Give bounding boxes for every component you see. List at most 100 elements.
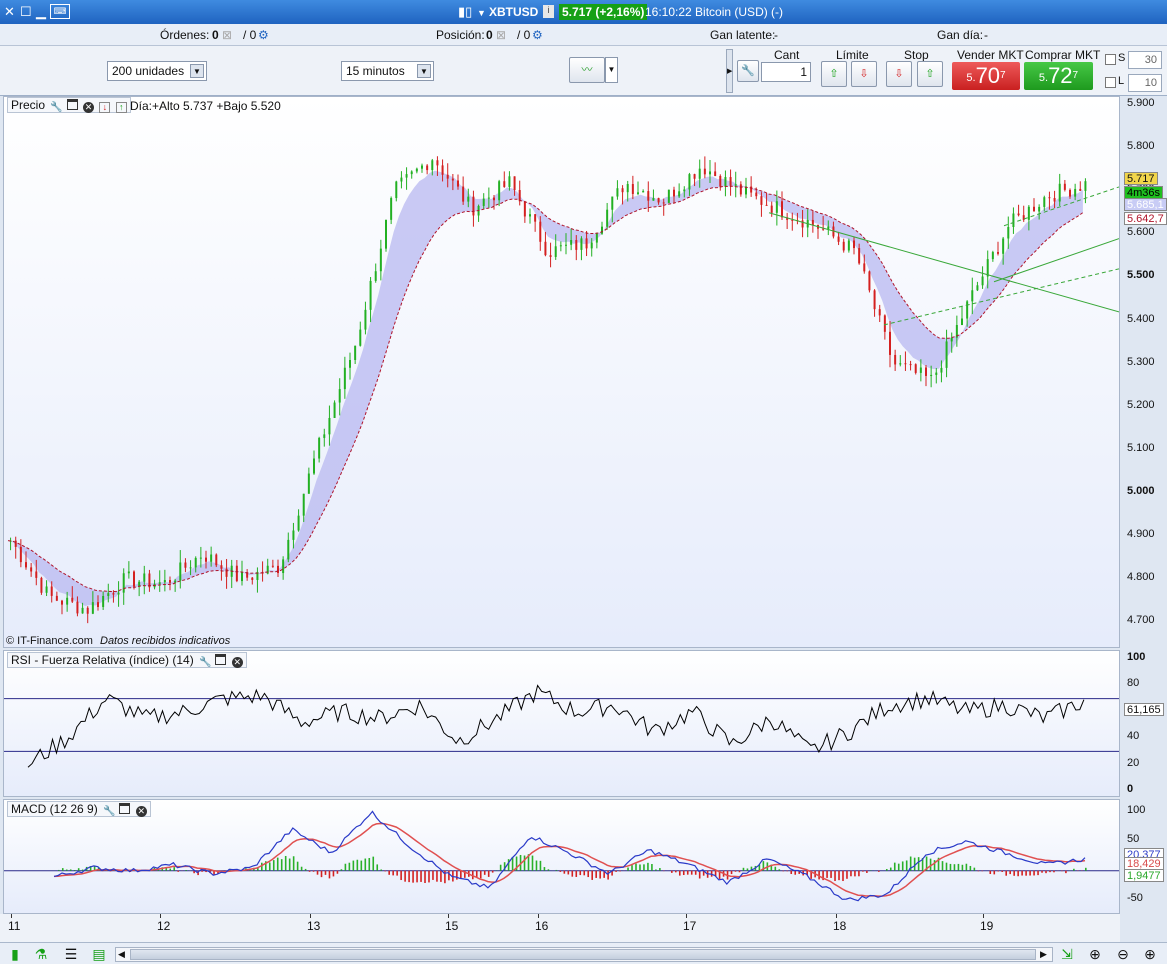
info-icon[interactable]: i [543,5,554,18]
candle-body [1048,197,1051,199]
window-icon[interactable] [215,654,227,665]
indicators-button[interactable]: 〰 [569,57,605,83]
close-icon[interactable]: ✕ [83,102,95,113]
scrollbar-thumb[interactable] [130,949,1036,960]
macd-hist-bar [1073,868,1075,871]
latent-gain-label: Gan latente: [710,28,776,42]
rsi-panel-title: RSI - Fuerza Relativa (índice) (14) [11,653,194,667]
wrench-icon[interactable]: 🔧 [103,805,115,817]
close-icon[interactable]: ✕ [135,806,147,817]
stop-sell-button[interactable]: ⇩ [886,61,912,87]
candle-body [554,246,557,257]
sell-price-big: 70 [975,63,1001,88]
last-price-tag: 5.717 [1124,172,1158,185]
macd-hist-tag: 1,9477 [1124,869,1164,882]
candle-body [976,285,979,291]
arrow-up-icon[interactable]: ↑ [115,102,127,113]
quantity-select[interactable]: 200 unidades ▼ [107,61,207,81]
candle-body [919,367,922,373]
orders-settings-icon[interactable]: ⚙ [258,28,269,42]
orders-value: 0 [212,28,219,42]
scroll-left-icon[interactable]: ◀ [118,948,125,961]
scroll-right-icon[interactable]: ▶ [1040,948,1047,961]
macd-hist-bar [889,867,892,871]
limit-sell-button[interactable]: ⇩ [851,61,877,87]
price-chart-panel[interactable]: Precio 🔧 ✕ ↓ ↑ Día:+Alto 5.737 +Bajo 5.5… [3,96,1120,648]
l-checkbox[interactable] [1105,77,1116,88]
candle-body [241,572,243,582]
cancel-orders-icon[interactable]: ⊠ [222,28,232,42]
stop-buy-button[interactable]: ⇧ [917,61,943,87]
macd-hist-bar [483,870,486,875]
settings-wrench-button[interactable]: 🔧 [737,60,759,82]
chevron-down-icon[interactable]: ▼ [417,64,431,78]
candle-body [847,240,850,251]
candle-body [271,565,274,567]
chevron-down-icon[interactable]: ▼ [477,7,486,20]
candle-body [184,562,187,568]
chevron-down-icon[interactable]: ▼ [605,57,618,83]
timeframe-select[interactable]: 15 minutos ▼ [341,61,434,81]
macd-hist-bar [639,864,641,871]
macd-hist-bar [420,870,422,882]
position-settings-icon[interactable]: ⚙ [532,28,543,42]
auto-scroll-icon[interactable]: ⇲ [1058,945,1076,963]
macd-hist-bar [563,870,566,874]
maximize-icon[interactable]: ☐ [20,5,32,18]
drawing-icon[interactable]: ▤ [90,945,108,963]
close-position-icon[interactable]: ⊠ [496,28,506,42]
macd-hist-bar [619,870,621,872]
price-chart[interactable] [4,97,1119,647]
wrench-icon[interactable]: 🔧 [50,101,62,113]
macd-hist-bar [579,870,582,876]
arrow-down-icon[interactable]: ↓ [99,102,111,113]
price-tick-label: 5.600 [1127,226,1155,239]
s-checkbox[interactable] [1105,54,1116,65]
close-icon[interactable]: ✕ [4,5,15,18]
limit-buy-button[interactable]: ⇧ [821,61,847,87]
sell-market-button[interactable]: 5.707 [952,62,1020,90]
zoom-out-icon[interactable]: ⊖ [1114,945,1132,963]
close-icon[interactable]: ✕ [231,657,243,668]
candle-body [781,201,783,218]
rsi-chart[interactable] [4,651,1119,796]
macd-hist-bar [292,856,295,871]
qty-input[interactable]: 1 [761,62,811,82]
time-scrollbar[interactable]: ◀ ▶ [115,947,1053,962]
macd-chart[interactable] [4,800,1119,913]
price-tick-label: 5.200 [1127,398,1155,411]
x-tick-mark [686,914,687,918]
candlestick-icon[interactable]: ▮▯ [458,5,472,18]
macd-hist-bar [479,870,482,879]
candle-body [117,592,120,595]
s-input[interactable]: 30 [1128,51,1162,69]
macd-hist-bar [595,870,597,878]
wrench-icon[interactable]: 🔧 [199,656,211,668]
window-icon[interactable] [119,803,131,814]
list-icon[interactable]: ☰ [62,945,80,963]
symbol-label[interactable]: XBTUSD [489,5,538,19]
zoom-in-icon[interactable]: ⊕ [1141,945,1159,963]
minimize-icon[interactable]: ▁ [36,5,46,18]
candle-body [1058,183,1061,202]
collapse-panel-icon[interactable]: ▶ [726,49,733,93]
macd-hist-bar [997,870,1000,872]
macd-hist-bar [1085,867,1087,871]
macd-panel[interactable]: MACD (12 26 9) 🔧 ✕ [3,799,1120,914]
candle-body [61,600,63,605]
candle-body [755,192,758,197]
buy-market-button[interactable]: 5.727 [1024,62,1093,90]
keyboard-icon[interactable]: ⌨ [50,4,70,19]
l-input[interactable]: 10 [1128,74,1162,92]
chevron-down-icon[interactable]: ▼ [190,64,204,78]
window-icon[interactable] [66,99,78,110]
candlestick-icon[interactable]: ▮ [6,945,24,963]
zoom-fit-icon[interactable]: ⊕ [1086,945,1104,963]
macd-hist-bar [850,870,852,877]
macd-hist-bar [838,870,840,881]
indicator-icon[interactable]: ⚗ [32,945,50,963]
candle-body [914,364,917,373]
candle-body [909,364,912,366]
macd-hist-bar [400,870,402,881]
rsi-panel[interactable]: RSI - Fuerza Relativa (índice) (14) 🔧 ✕ [3,650,1120,797]
